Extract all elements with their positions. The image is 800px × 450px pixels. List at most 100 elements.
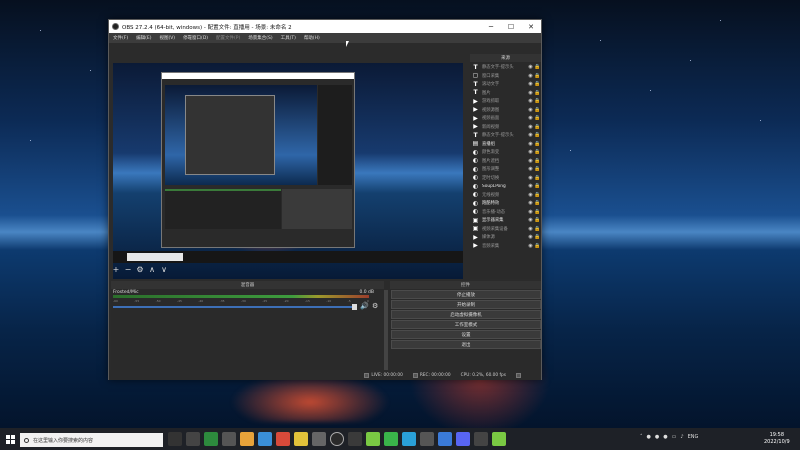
source-item[interactable]: ◐ 无线视频 ◉ 🔒 [470, 191, 541, 200]
lock-icon[interactable]: 🔒 [534, 124, 541, 130]
eye-icon[interactable]: ◉ [527, 90, 534, 96]
app-icon-14[interactable] [420, 432, 434, 446]
source-item[interactable]: ▶ 音频采集 ◉ 🔒 [470, 242, 541, 251]
start-recording-button[interactable]: 开始录制 [391, 300, 541, 309]
source-item[interactable]: ◐ 图形调整 ◉ 🔒 [470, 165, 541, 174]
lock-icon[interactable]: 🔒 [534, 234, 541, 240]
taskbar-clock[interactable]: 19:58 2022/10/9 [764, 432, 790, 446]
source-item[interactable]: ▶ 媒体源 ◉ 🔒 [470, 233, 541, 242]
eye-icon[interactable]: ◉ [527, 217, 534, 223]
menu-scene-collection[interactable]: 场景集合(S) [244, 35, 276, 41]
stop-streaming-button[interactable]: 停止播放 [391, 290, 541, 299]
eye-icon[interactable]: ◉ [527, 73, 534, 79]
menu-edit[interactable]: 编辑(E) [132, 35, 155, 41]
source-item[interactable]: ◐ 定时切换 ◉ 🔒 [470, 174, 541, 183]
source-item[interactable]: ▶ 游戏抓取 ◉ 🔒 [470, 97, 541, 106]
lock-icon[interactable]: 🔒 [534, 98, 541, 104]
resize-grip-icon[interactable] [516, 372, 521, 378]
settings-button[interactable]: 设置 [391, 330, 541, 339]
add-source-button[interactable]: + [111, 265, 121, 274]
obs-taskbar-icon[interactable] [330, 432, 344, 446]
start-virtual-camera-button[interactable]: 启动虚拟摄像机 [391, 310, 541, 319]
source-item[interactable]: ◐ 音乐播-动态 ◉ 🔒 [470, 208, 541, 217]
window-titlebar[interactable]: OBS 27.2.4 (64-bit, windows) - 配置文件: 直播用… [109, 20, 541, 33]
discord-icon[interactable] [456, 432, 470, 446]
source-item[interactable]: ◐ 颜色渐变 ◉ 🔒 [470, 148, 541, 157]
move-down-button[interactable]: ∨ [159, 265, 169, 274]
app-icon-8[interactable] [312, 432, 326, 446]
mixer-scrollbar[interactable] [384, 290, 388, 376]
menu-help[interactable]: 帮助(H) [300, 35, 324, 41]
language-indicator[interactable]: ENG [688, 434, 699, 440]
lock-icon[interactable]: 🔒 [534, 209, 541, 215]
edge-icon[interactable] [258, 432, 272, 446]
source-properties-button[interactable]: ⚙ [135, 265, 145, 274]
source-item[interactable]: ▣ 视频采集设备 ◉ 🔒 [470, 225, 541, 234]
source-item[interactable]: ▣ 显示器采集 ◉ 🔒 [470, 216, 541, 225]
eye-icon[interactable]: ◉ [527, 141, 534, 147]
taskbar-search-box[interactable]: 在这里输入你要搜索的内容 [20, 433, 163, 447]
source-item[interactable]: T 静态文字-提示头 ◉ 🔒 [470, 131, 541, 140]
eye-icon[interactable]: ◉ [527, 81, 534, 87]
eye-icon[interactable]: ◉ [527, 209, 534, 215]
eye-icon[interactable]: ◉ [527, 226, 534, 232]
exit-button[interactable]: 退出 [391, 340, 541, 349]
lock-icon[interactable]: 🔒 [534, 115, 541, 121]
minimize-button[interactable]: ─ [481, 20, 501, 33]
source-item[interactable]: ◐ 跑酷特效 ◉ 🔒 [470, 199, 541, 208]
speaker-icon[interactable]: 🔊 [360, 302, 369, 310]
eye-icon[interactable]: ◉ [527, 158, 534, 164]
lock-icon[interactable]: 🔒 [534, 81, 541, 87]
menu-docks[interactable]: 停靠窗口(D) [179, 35, 212, 41]
tray-app-icon-1[interactable]: ● [647, 434, 651, 440]
app-icon-17[interactable] [474, 432, 488, 446]
app-icon-3[interactable] [222, 432, 236, 446]
menu-tools[interactable]: 工具(T) [277, 35, 300, 41]
app-icon-13[interactable] [402, 432, 416, 446]
app-icon-15[interactable] [438, 432, 452, 446]
close-button[interactable]: ✕ [521, 20, 541, 33]
source-item[interactable]: ◐ 图片遮挡 ◉ 🔒 [470, 157, 541, 166]
tray-app-icon-2[interactable]: ● [655, 434, 659, 440]
lock-icon[interactable]: 🔒 [534, 132, 541, 138]
obs-window[interactable]: OBS 27.2.4 (64-bit, windows) - 配置文件: 直播用… [108, 19, 542, 380]
source-item[interactable]: ▶ 新闻视频 ◉ 🔒 [470, 123, 541, 132]
lock-icon[interactable]: 🔒 [534, 90, 541, 96]
eye-icon[interactable]: ◉ [527, 115, 534, 121]
menu-profile[interactable]: 配置文件(P) [212, 35, 244, 41]
lock-icon[interactable]: 🔒 [534, 200, 541, 206]
eye-icon[interactable]: ◉ [527, 107, 534, 113]
app-icon-18[interactable] [492, 432, 506, 446]
source-item[interactable]: ▢ 窗口采集 ◉ 🔒 [470, 72, 541, 81]
app-icon-11[interactable] [366, 432, 380, 446]
source-item[interactable]: ◐ SoupLPong ◉ 🔒 [470, 182, 541, 191]
eye-icon[interactable]: ◉ [527, 98, 534, 104]
tray-app-icon-3[interactable]: ● [663, 434, 667, 440]
move-up-button[interactable]: ∧ [147, 265, 157, 274]
wechat-icon[interactable] [384, 432, 398, 446]
eye-icon[interactable]: ◉ [527, 124, 534, 130]
lock-icon[interactable]: 🔒 [534, 183, 541, 189]
lock-icon[interactable]: 🔒 [534, 107, 541, 113]
source-item[interactable]: ▶ 视频画面 ◉ 🔒 [470, 114, 541, 123]
start-button[interactable] [3, 428, 17, 450]
lock-icon[interactable]: 🔒 [534, 158, 541, 164]
lock-icon[interactable]: 🔒 [534, 166, 541, 172]
eye-icon[interactable]: ◉ [527, 200, 534, 206]
source-item[interactable]: ▤ 直播组 ◉ 🔒 [470, 140, 541, 149]
lock-icon[interactable]: 🔒 [534, 192, 541, 198]
lock-icon[interactable]: 🔒 [534, 175, 541, 181]
eye-icon[interactable]: ◉ [527, 234, 534, 240]
eye-icon[interactable]: ◉ [527, 243, 534, 249]
maximize-button[interactable]: ☐ [501, 20, 521, 33]
menu-file[interactable]: 文件(F) [109, 35, 132, 41]
source-item[interactable]: T 图片 ◉ 🔒 [470, 89, 541, 98]
xbox-icon[interactable] [204, 432, 218, 446]
eye-icon[interactable]: ◉ [527, 166, 534, 172]
network-icon[interactable]: ▭ [672, 434, 677, 440]
gear-icon[interactable]: ⚙ [372, 302, 378, 310]
eye-icon[interactable]: ◉ [527, 183, 534, 189]
lock-icon[interactable]: 🔒 [534, 149, 541, 155]
eye-icon[interactable]: ◉ [527, 192, 534, 198]
app-icon-7[interactable] [294, 432, 308, 446]
